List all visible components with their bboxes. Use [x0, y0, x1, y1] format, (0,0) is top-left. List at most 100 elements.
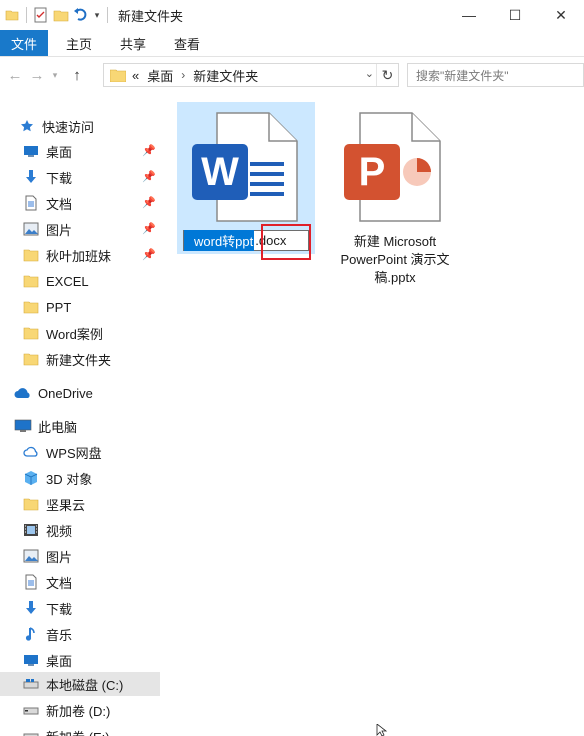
sidebar-item-label: 新建文件夹 — [46, 352, 112, 368]
sidebar-item-label: 坚果云 — [46, 497, 86, 513]
undo-icon[interactable] — [71, 5, 91, 25]
folder-icon — [109, 69, 127, 82]
minimize-button[interactable]: — — [446, 0, 492, 30]
sidebar-item-label: PPT — [46, 299, 72, 315]
folder-icon[interactable] — [2, 5, 22, 25]
maximize-button[interactable]: ☐ — [492, 0, 538, 30]
sidebar-item-3d-objects[interactable]: 3D 对象 — [0, 466, 160, 490]
desktop-icon — [22, 142, 40, 160]
sidebar-item-word-cases[interactable]: Word案例 — [0, 321, 160, 345]
star-icon — [18, 117, 36, 135]
sidebar-item-documents-pc[interactable]: 文档 — [0, 570, 160, 594]
forward-arrow-icon[interactable]: → — [26, 62, 48, 88]
search-placeholder: 搜索"新建文件夹" — [416, 68, 509, 83]
sidebar-item-label: EXCEL — [46, 273, 89, 289]
sidebar-item-label: 桌面 — [46, 653, 73, 669]
properties-icon[interactable] — [31, 5, 51, 25]
chevron-right-icon[interactable]: › — [181, 68, 185, 82]
tab-home[interactable]: 主页 — [52, 30, 106, 56]
new-folder-icon[interactable] — [51, 5, 71, 25]
pin-icon[interactable]: 📌 — [142, 248, 156, 262]
sidebar-item-label: Word案例 — [46, 326, 103, 342]
document-icon — [22, 194, 40, 212]
close-button[interactable]: ✕ — [538, 0, 584, 30]
sidebar-item-label: 快速访问 — [42, 119, 95, 135]
drive-icon — [22, 675, 40, 693]
sidebar-item-label: 图片 — [46, 549, 73, 565]
tab-view[interactable]: 查看 — [160, 30, 214, 56]
computer-icon — [14, 417, 32, 435]
breadcrumb-overflow[interactable]: « — [132, 68, 139, 83]
sidebar-item-label: 文档 — [46, 196, 73, 212]
sidebar-item-documents[interactable]: 文档 📌 — [0, 191, 160, 215]
mouse-cursor-icon — [376, 723, 390, 736]
back-arrow-icon[interactable]: ← — [4, 62, 26, 88]
chevron-down-icon[interactable]: ⌄ — [365, 67, 374, 80]
folder-icon — [22, 350, 40, 368]
sidebar-item-downloads-pc[interactable]: 下载 — [0, 596, 160, 620]
sidebar-item-ppt[interactable]: PPT — [0, 295, 160, 319]
drive-icon — [22, 701, 40, 719]
rename-selected-text: word转ppt — [184, 230, 255, 251]
tab-file[interactable]: 文件 — [0, 30, 48, 56]
sidebar-item-downloads[interactable]: 下载 📌 — [0, 165, 160, 189]
sidebar-item-label: 下载 — [46, 170, 73, 186]
window-controls: — ☐ ✕ — [446, 0, 584, 30]
sidebar-item-drive-e[interactable]: 新加卷 (E:) — [0, 724, 160, 736]
sidebar-item-label: 此电脑 — [38, 419, 78, 435]
desktop-icon — [22, 651, 40, 669]
powerpoint-app-letter: P — [358, 150, 386, 194]
sidebar-item-desktop-pc[interactable]: 桌面 — [0, 648, 160, 672]
file-name-powerpoint[interactable]: 新建 Microsoft PowerPoint 演示文 稿.pptx — [330, 233, 460, 287]
sidebar-item-music[interactable]: 音乐 — [0, 622, 160, 646]
sidebar-item-drive-c[interactable]: 本地磁盘 (C:) — [0, 672, 160, 696]
sidebar-item-jianguoyun[interactable]: 坚果云 — [0, 492, 160, 516]
sidebar-item-pictures[interactable]: 图片 📌 — [0, 217, 160, 241]
file-name-line: 稿.pptx — [374, 270, 416, 285]
chevron-down-icon[interactable]: ▾ — [91, 5, 103, 25]
pin-icon[interactable]: 📌 — [142, 144, 156, 158]
video-icon — [22, 521, 40, 539]
drive-icon — [22, 727, 40, 736]
tab-share[interactable]: 共享 — [106, 30, 160, 56]
sidebar-item-label: WPS网盘 — [46, 445, 102, 461]
folder-icon — [22, 272, 40, 290]
sidebar-item-excel[interactable]: EXCEL — [0, 269, 160, 293]
sidebar-item-new-folder[interactable]: 新建文件夹 — [0, 347, 160, 371]
sidebar-item-videos[interactable]: 视频 — [0, 518, 160, 542]
sidebar-item-label: 音乐 — [46, 627, 73, 643]
breadcrumb-current-folder[interactable]: 新建文件夹 — [193, 66, 258, 85]
sidebar-item-label: 秋叶加班妹 — [46, 248, 112, 264]
cloud-icon — [22, 443, 40, 461]
pin-icon[interactable]: 📌 — [142, 196, 156, 210]
document-icon — [22, 573, 40, 591]
sidebar-item-desktop[interactable]: 桌面 📌 — [0, 139, 160, 163]
refresh-icon[interactable]: ↻ — [376, 64, 398, 86]
title-bar: ▾ 新建文件夹 — ☐ ✕ — [0, 0, 584, 30]
toolbar-divider — [107, 7, 108, 23]
sidebar-item-qiuye[interactable]: 秋叶加班妹 📌 — [0, 243, 160, 267]
cube-icon — [22, 469, 40, 487]
folder-icon — [22, 495, 40, 513]
breadcrumb-desktop[interactable]: 桌面 — [147, 66, 173, 85]
pin-icon[interactable]: 📌 — [142, 222, 156, 236]
recent-locations-icon[interactable]: ▾ — [48, 62, 62, 88]
sidebar-item-onedrive[interactable]: OneDrive — [0, 381, 160, 405]
highlight-box — [261, 224, 311, 260]
sidebar-item-label: OneDrive — [38, 385, 93, 401]
address-bar[interactable]: « 桌面 › 新建文件夹 ⌄ ↻ — [103, 63, 399, 87]
sidebar-item-this-pc[interactable]: 此电脑 — [0, 414, 160, 438]
folder-icon — [22, 324, 40, 342]
ribbon-tabs: 文件 主页 共享 查看 — [0, 30, 584, 57]
sidebar-item-drive-d[interactable]: 新加卷 (D:) — [0, 698, 160, 722]
search-input[interactable]: 搜索"新建文件夹" — [407, 63, 584, 87]
sidebar-item-quick-access[interactable]: 快速访问 — [0, 114, 160, 138]
up-arrow-icon[interactable]: ↑ — [66, 62, 88, 88]
navigation-bar: ← → ▾ ↑ « 桌面 › 新建文件夹 ⌄ ↻ 搜索"新建文件夹" — [0, 57, 584, 93]
sidebar-item-pictures-pc[interactable]: 图片 — [0, 544, 160, 568]
sidebar-item-wps-drive[interactable]: WPS网盘 — [0, 440, 160, 464]
window-title: 新建文件夹 — [118, 8, 184, 24]
music-note-icon — [22, 625, 40, 643]
picture-icon — [22, 547, 40, 565]
pin-icon[interactable]: 📌 — [142, 170, 156, 184]
